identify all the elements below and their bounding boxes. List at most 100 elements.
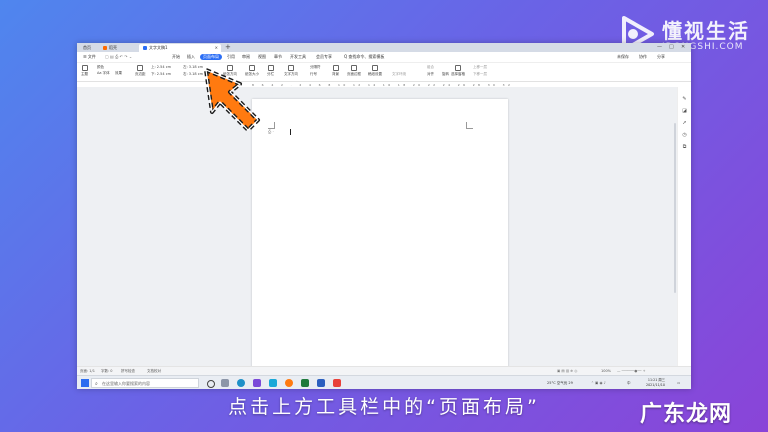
- menu-insert[interactable]: 插入: [187, 52, 195, 62]
- share-icon[interactable]: ⧉: [682, 145, 687, 150]
- unsaved-status[interactable]: 未保存: [617, 52, 629, 62]
- manuscript-icon: [372, 65, 378, 71]
- word-count[interactable]: 字数: 0: [101, 367, 113, 375]
- pen-icon[interactable]: ✎: [682, 97, 687, 102]
- watermark: 广东龙网: [640, 402, 733, 427]
- title-bar: 首页 稻壳 文字文稿1 × + — □ ✕: [77, 43, 691, 52]
- tab-document[interactable]: 文字文稿1 ×: [139, 44, 221, 52]
- group-button[interactable]: 组合: [427, 65, 434, 70]
- selection-pane-button[interactable]: 选择窗格: [451, 65, 465, 77]
- theme-icon: [81, 65, 88, 71]
- taskbar-search-input[interactable]: ⌕ 在这里输入你要搜索的内容: [91, 378, 199, 388]
- clock-icon[interactable]: ◷: [682, 133, 687, 138]
- clock-date: 2021/11/10: [645, 383, 665, 387]
- selection-pane-icon: [455, 65, 461, 71]
- margin-corner-right: [466, 122, 473, 129]
- line-numbers-button[interactable]: 行号: [310, 72, 317, 77]
- align-button[interactable]: 对齐: [427, 72, 434, 77]
- send-backward-button[interactable]: 下移一层: [473, 72, 487, 77]
- menu-view[interactable]: 视图: [258, 52, 266, 62]
- page-count[interactable]: 页面: 1/1: [80, 367, 95, 375]
- margin-corner-left: [268, 122, 275, 129]
- firefox-icon[interactable]: [285, 379, 293, 387]
- menu-home[interactable]: 开始: [172, 52, 180, 62]
- columns-button[interactable]: 分栏: [267, 65, 274, 77]
- cortana-icon[interactable]: [207, 380, 215, 388]
- excel-icon[interactable]: [301, 379, 309, 387]
- search-icon: ⌕: [95, 381, 98, 387]
- page-border-icon: [351, 65, 357, 71]
- manuscript-button[interactable]: 稿纸设置: [368, 65, 382, 77]
- menu-bar: ☰ 文件 ▢ ▤ ⎙ ↶ ↷ ⌄ 开始 插入 页面布局 引用 审阅 视图 章节 …: [77, 52, 691, 63]
- margin-top[interactable]: 上: 2.54 cm: [151, 65, 171, 70]
- close-window-icon[interactable]: ✕: [681, 43, 685, 52]
- windows-start-icon[interactable]: [81, 379, 89, 387]
- quick-access-toolbar[interactable]: ▢ ▤ ⎙ ↶ ↷ ⌄: [105, 52, 132, 62]
- maximize-icon[interactable]: □: [669, 43, 674, 52]
- document-icon: [143, 46, 147, 50]
- docer-icon: [103, 46, 107, 50]
- zoom-level[interactable]: 100%: [601, 367, 611, 375]
- spell-check[interactable]: 拼写检查: [121, 367, 135, 375]
- text-direction-icon: [288, 65, 294, 71]
- margin-bottom[interactable]: 下: 2.54 cm: [151, 72, 171, 77]
- proofread[interactable]: 文档校对: [147, 367, 161, 375]
- document-area: ⎙ ·: [77, 87, 677, 379]
- text-wrap-button[interactable]: 文字环绕: [392, 72, 406, 77]
- wps-icon[interactable]: [333, 379, 341, 387]
- theme-button[interactable]: 主题: [81, 65, 88, 77]
- cursor-icon[interactable]: ➚: [682, 121, 687, 126]
- notification-icon[interactable]: ▭: [677, 376, 680, 389]
- text-direction-button[interactable]: 文字方向: [284, 65, 298, 77]
- share-button[interactable]: 分享: [657, 52, 665, 62]
- word-icon[interactable]: [317, 379, 325, 387]
- weather-status[interactable]: 25°C 空气优 29: [547, 376, 573, 389]
- menu-review[interactable]: 审阅: [242, 52, 250, 62]
- collaborate-button[interactable]: 协作: [639, 52, 647, 62]
- view-mode-icons[interactable]: ▣ ▤ ▥ ⊕ ◎: [557, 367, 577, 375]
- right-side-panel: ✎ ◪ ➚ ◷ ⧉: [677, 87, 691, 376]
- menu-member[interactable]: 会员专享: [316, 52, 332, 62]
- minimize-icon[interactable]: —: [657, 43, 662, 52]
- tab-home[interactable]: 首页: [79, 44, 99, 52]
- paragraph-mark-icon: ⎙ ·: [268, 129, 274, 134]
- bring-forward-button[interactable]: 上移一层: [473, 65, 487, 70]
- close-tab-icon[interactable]: ×: [215, 44, 218, 52]
- font-button[interactable]: Aa 字体: [97, 71, 110, 76]
- colors-button[interactable]: 颜色: [97, 65, 104, 70]
- menu-references[interactable]: 引用: [227, 52, 235, 62]
- pointer-arrow-icon: [204, 68, 260, 132]
- document-page[interactable]: ⎙ ·: [252, 99, 508, 379]
- menu-developer[interactable]: 开发工具: [290, 52, 306, 62]
- margins-icon: [137, 65, 144, 71]
- system-clock[interactable]: 11:21 周三 2021/11/10: [641, 378, 665, 388]
- breaks-button[interactable]: 分隔符: [310, 65, 321, 70]
- menu-chapter[interactable]: 章节: [274, 52, 282, 62]
- wps-window: 首页 稻壳 文字文稿1 × + — □ ✕ ☰ 文件 ▢ ▤ ⎙ ↶ ↷ ⌄ 开…: [77, 43, 691, 389]
- tab-docer[interactable]: 稻壳: [99, 44, 135, 52]
- page-border-button[interactable]: 页面边框: [347, 65, 361, 77]
- style-icon[interactable]: ◪: [682, 109, 687, 114]
- file-menu[interactable]: ☰ 文件: [83, 52, 96, 62]
- vertical-scrollbar[interactable]: [674, 123, 676, 293]
- ribbon-toolbar: 主题 颜色 Aa 字体 效果 页边距 上: 2.54 cm 下: 2.54 cm…: [77, 63, 691, 82]
- command-search[interactable]: Q 查找命令、搜索模板: [344, 52, 384, 62]
- status-bar: 页面: 1/1 字数: 0 拼写检查 文档校对 ▣ ▤ ▥ ⊕ ◎ 100% —…: [77, 366, 691, 375]
- windows-taskbar: ⌕ 在这里输入你要搜索的内容 25°C 空气优 29 ⌃ ▣ ◉ ♪ 中 11:…: [77, 375, 691, 389]
- effects-button[interactable]: 效果: [115, 71, 122, 76]
- rotate-button[interactable]: 旋转: [442, 72, 449, 77]
- app-icon-cyan[interactable]: [269, 379, 277, 387]
- tray-icons[interactable]: ⌃ ▣ ◉ ♪: [591, 376, 606, 389]
- app-icon-purple[interactable]: [253, 379, 261, 387]
- edge-browser-icon[interactable]: [237, 379, 245, 387]
- input-language[interactable]: 中: [627, 376, 631, 389]
- zoom-slider[interactable]: — ──────●── +: [617, 367, 646, 375]
- task-view-icon[interactable]: [221, 379, 229, 387]
- new-tab-button[interactable]: +: [225, 43, 231, 52]
- background-icon: [332, 65, 339, 71]
- background-button[interactable]: 背景: [332, 65, 339, 77]
- columns-icon: [267, 65, 274, 71]
- margins-button[interactable]: 页边距: [135, 65, 146, 77]
- brand-name: 懂视生活: [662, 19, 750, 43]
- menu-page-layout[interactable]: 页面布局: [200, 54, 222, 60]
